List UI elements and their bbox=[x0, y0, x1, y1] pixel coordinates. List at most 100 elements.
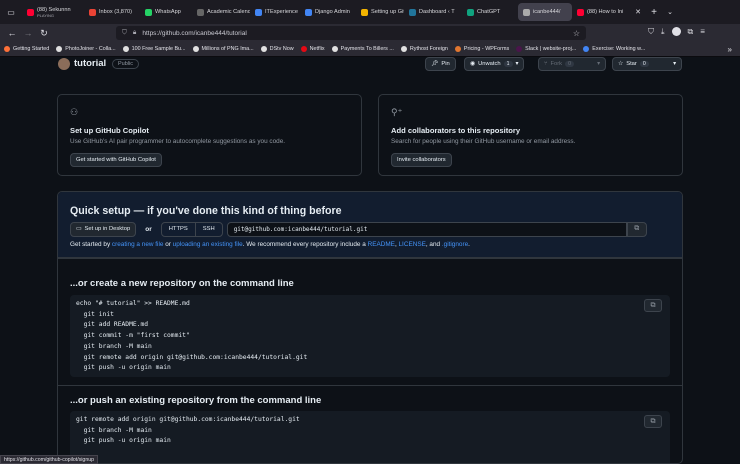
tab-label-wrap: ChatGPT bbox=[477, 9, 500, 15]
shield-icon: ⛉ bbox=[122, 29, 127, 36]
tab-playing-label: PLAYING bbox=[37, 12, 55, 18]
chevron-down-icon: ▾ bbox=[515, 61, 519, 67]
quick-setup-header: Quick setup — if you've done this kind o… bbox=[58, 192, 682, 258]
copilot-description: Use GitHub's AI pair programmer to autoc… bbox=[70, 138, 286, 145]
clone-row: ▭ Set up in Desktop or HTTPS SSH git@git… bbox=[70, 221, 647, 237]
bookmark-favicon-icon bbox=[583, 46, 590, 52]
avatar[interactable] bbox=[58, 58, 70, 70]
copilot-button[interactable]: Get started with GitHub Copilot bbox=[70, 153, 162, 167]
browser-tab[interactable]: (88) How to Ini bbox=[572, 0, 630, 24]
new-tab-button[interactable]: + bbox=[646, 7, 662, 18]
bookmark-item[interactable]: Rythost Foreign bbox=[400, 46, 448, 52]
bookmark-label: Millions of PNG Ima... bbox=[201, 46, 254, 52]
gitignore-link[interactable]: .gitignore bbox=[442, 241, 468, 248]
bookmark-item[interactable]: PhotoJoiner - Colla... bbox=[56, 46, 116, 52]
hint-text: Get started by bbox=[70, 241, 112, 248]
invite-collaborators-button[interactable]: Invite collaborators bbox=[391, 153, 452, 167]
tab-label-wrap: Inbox (3,870) bbox=[99, 9, 132, 15]
tab-favicon-icon bbox=[89, 8, 96, 16]
fork-icon: ⑂ bbox=[544, 61, 548, 67]
quick-setup-hint: Get started by creating a new file or up… bbox=[70, 241, 470, 248]
browser-tab[interactable]: Dashboard ‹ T bbox=[404, 0, 462, 24]
star-button[interactable]: ☆ Star 0 ▾ bbox=[612, 57, 682, 71]
copy-icon[interactable]: ⧉ bbox=[626, 221, 647, 237]
close-tab-icon[interactable]: ✕ bbox=[630, 8, 646, 16]
bookmark-item[interactable]: Pricing - WPForms bbox=[454, 46, 509, 52]
ssh-tab[interactable]: SSH bbox=[194, 222, 222, 236]
code-block: echo "# tutorial" >> README.md git init … bbox=[76, 300, 308, 372]
tab-favicon-icon bbox=[467, 8, 474, 16]
tab-label-wrap: (88) Sekunnn PLAYING bbox=[37, 7, 71, 18]
bookmark-label: DStv Now bbox=[269, 46, 294, 52]
tab-favicon-icon bbox=[577, 8, 584, 16]
bookmark-item[interactable]: Millions of PNG Ima... bbox=[192, 46, 254, 52]
bookmark-item[interactable]: Payments To Billers ... bbox=[331, 46, 394, 52]
bookmark-item[interactable]: Netflix bbox=[300, 46, 325, 52]
browser-tab[interactable]: ITExperience bbox=[250, 0, 300, 24]
pin-icon: 📌︎ bbox=[431, 61, 439, 67]
fork-button: ⑂ Fork 0 ▾ bbox=[538, 57, 606, 71]
bookmark-favicon-icon bbox=[260, 46, 267, 52]
fork-count: 0 bbox=[565, 61, 574, 67]
pin-button[interactable]: 📌︎ Pin bbox=[425, 57, 456, 71]
readme-link[interactable]: README bbox=[368, 241, 395, 248]
https-tab[interactable]: HTTPS bbox=[162, 223, 195, 236]
bookmarks-toolbar: Getting Started PhotoJoiner - Colla... 100… bbox=[0, 42, 740, 57]
setup-desktop-button[interactable]: ▭ Set up in Desktop bbox=[70, 221, 137, 237]
tab-favicon-icon bbox=[145, 8, 152, 16]
tab-label-wrap: Setting up Git bbox=[371, 9, 404, 15]
bookmark-label: Netflix bbox=[309, 46, 325, 52]
url-bar[interactable]: ⛉ 🔒︎ https://github.com/icanbe444/tutori… bbox=[116, 26, 586, 40]
bookmark-favicon-icon bbox=[4, 46, 10, 52]
profile-icon[interactable] bbox=[671, 27, 681, 36]
eye-icon: ◉ bbox=[470, 61, 476, 67]
create-file-link[interactable]: creating a new file bbox=[112, 241, 164, 248]
browser-tab[interactable]: Django Admin bbox=[300, 0, 356, 24]
forward-icon[interactable]: → bbox=[20, 28, 36, 38]
bookmark-star-icon[interactable]: ☆ bbox=[573, 29, 580, 38]
browser-tab[interactable]: WhatsApp bbox=[140, 0, 192, 24]
bookmark-item[interactable]: 100 Free Sample Bu... bbox=[122, 46, 186, 52]
collaborators-title: Add collaborators to this repository bbox=[391, 126, 521, 135]
tab-label-wrap: icanbe444/ bbox=[533, 9, 560, 15]
tab-favicon-icon bbox=[361, 8, 368, 16]
tab-favicon-icon bbox=[523, 8, 530, 16]
browser-tab[interactable]: Academic Calendar bbox=[192, 0, 250, 24]
extensions-icon[interactable]: ⧉ bbox=[688, 27, 694, 37]
unwatch-button[interactable]: ◉ Unwatch 1 ▾ bbox=[464, 57, 525, 71]
menu-icon[interactable]: ≡ bbox=[700, 27, 705, 37]
reload-icon[interactable]: ↻ bbox=[36, 28, 52, 39]
star-label: Star bbox=[626, 61, 637, 67]
license-link[interactable]: LICENSE bbox=[399, 241, 426, 248]
bookmark-item[interactable]: Exercise: Working w... bbox=[583, 46, 645, 52]
browser-tab[interactable]: Setting up Git bbox=[356, 0, 404, 24]
pocket-icon[interactable]: ⛉ bbox=[648, 27, 654, 37]
back-icon[interactable]: ← bbox=[4, 28, 20, 38]
copilot-title: Set up GitHub Copilot bbox=[70, 126, 149, 135]
create-repo-code: echo "# tutorial" >> README.md git init … bbox=[70, 295, 670, 377]
bookmark-item[interactable]: Getting Started bbox=[4, 46, 49, 52]
bookmark-item[interactable]: DStv Now bbox=[260, 46, 294, 52]
browser-tab[interactable]: Inbox (3,870) bbox=[84, 0, 140, 24]
tab-list-icon[interactable]: ⌄ bbox=[662, 8, 678, 16]
quick-setup-panel: Quick setup — if you've done this kind o… bbox=[57, 191, 683, 464]
browser-tab[interactable]: icanbe444/ bbox=[518, 3, 572, 21]
browser-tab[interactable]: ChatGPT bbox=[462, 0, 518, 24]
bookmark-item[interactable]: Slack | website-proj... bbox=[516, 46, 576, 52]
tab-label: icanbe444/ bbox=[533, 9, 561, 15]
hint-text: , and bbox=[425, 241, 442, 248]
upload-file-link[interactable]: uploading an existing file bbox=[173, 241, 243, 248]
bookmark-favicon-icon bbox=[454, 46, 461, 52]
tab-overview-icon[interactable]: ▭ bbox=[0, 8, 22, 17]
more-bookmarks-icon[interactable]: » bbox=[728, 45, 732, 54]
copy-icon[interactable]: ⧉ bbox=[644, 299, 662, 312]
clone-url-input[interactable]: git@github.com:icanbe444/tutorial.git bbox=[226, 221, 627, 237]
bookmark-favicon-icon bbox=[56, 46, 63, 52]
desktop-icon: ▭ bbox=[76, 226, 82, 232]
copy-icon[interactable]: ⧉ bbox=[644, 415, 662, 428]
repo-name[interactable]: tutorial bbox=[74, 58, 106, 69]
download-icon[interactable]: ⤓ bbox=[661, 27, 665, 37]
browser-tab[interactable]: (88) Sekunnn PLAYING bbox=[22, 0, 84, 24]
tab-label-wrap: Academic Calendar bbox=[207, 9, 250, 15]
tab-label: ITExperience bbox=[265, 9, 298, 15]
